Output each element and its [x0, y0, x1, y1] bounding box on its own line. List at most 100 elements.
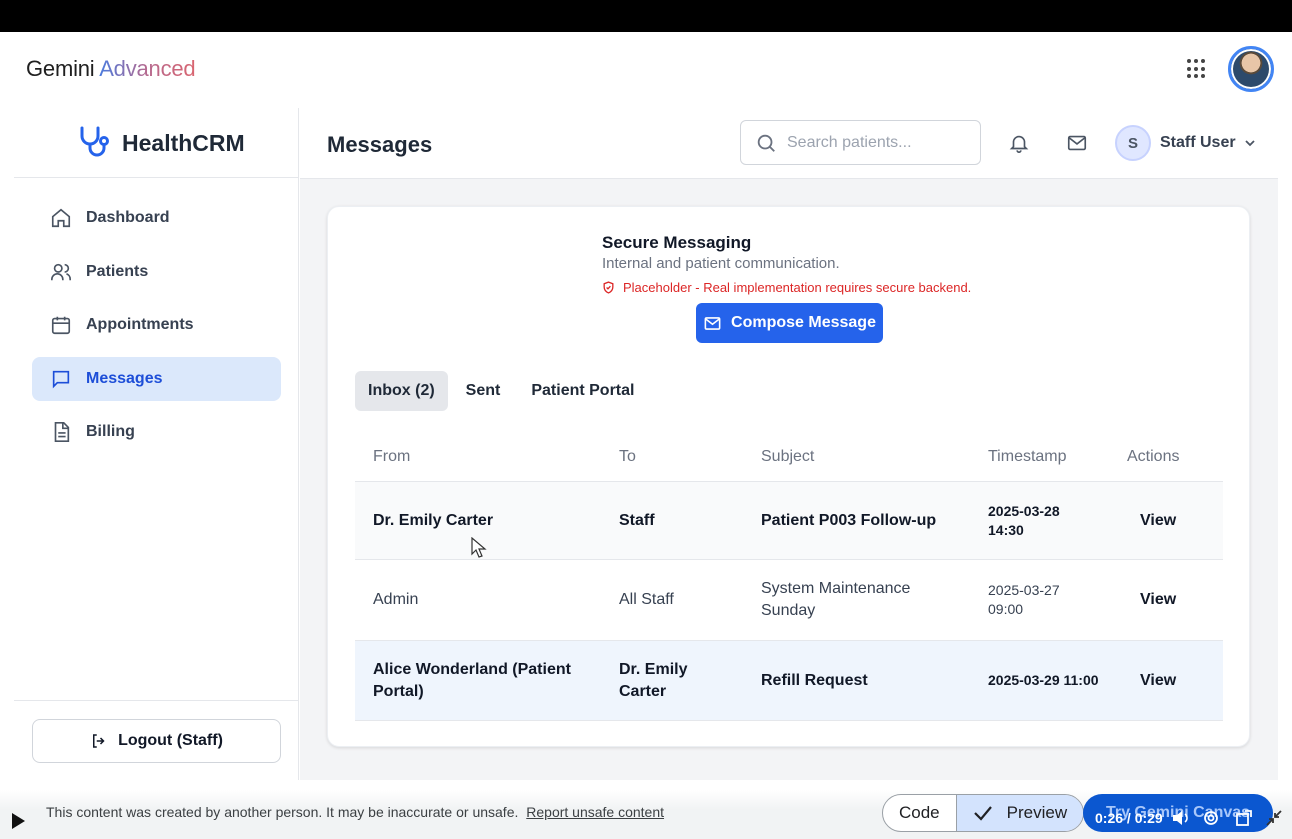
table-row[interactable]: Admin All Staff System Maintenance Sunda…: [355, 560, 1223, 641]
cell-from: Alice Wonderland (Patient Portal): [355, 659, 619, 703]
tab-sent[interactable]: Sent: [453, 371, 514, 411]
home-icon: [51, 208, 71, 228]
code-preview-toggle: Code Preview: [882, 794, 1085, 832]
logout-label: Logout (Staff): [118, 732, 223, 749]
apps-grid-icon[interactable]: [1186, 58, 1208, 80]
sidebar-item-label: Dashboard: [86, 209, 170, 226]
view-button[interactable]: View: [1123, 510, 1223, 532]
cell-subject: System Maintenance Sunday: [761, 578, 988, 622]
shield-check-icon: [603, 281, 614, 294]
table-row[interactable]: Alice Wonderland (Patient Portal) Dr. Em…: [355, 641, 1223, 721]
mail-icon[interactable]: [1066, 132, 1088, 154]
sidebar-footer: Logout (Staff): [14, 700, 299, 780]
compose-label: Compose Message: [731, 314, 876, 331]
cell-timestamp: 2025-03-27 09:00: [988, 581, 1123, 619]
profile-avatar[interactable]: [1228, 46, 1274, 92]
sidebar-item-dashboard[interactable]: Dashboard: [32, 196, 281, 240]
calendar-icon: [51, 316, 71, 335]
sidebar-item-label: Billing: [86, 423, 135, 441]
sidebar-item-label: Messages: [86, 369, 163, 387]
cell-subject: Refill Request: [761, 671, 868, 689]
search-input[interactable]: [787, 133, 967, 152]
subject-text: System Maintenance Sunday: [761, 580, 911, 619]
user-avatar: S: [1115, 125, 1151, 161]
cell-to: Staff: [619, 511, 655, 529]
timestamp-text: 2025-03-27 09:00: [988, 582, 1060, 617]
preview-label: Preview: [1006, 803, 1068, 822]
view-button[interactable]: View: [1123, 589, 1223, 611]
column-header-actions: Actions: [1127, 447, 1180, 465]
sidebar-item-patients[interactable]: Patients: [32, 250, 281, 294]
timestamp-text: 2025-03-28 14:30: [988, 502, 1060, 538]
mouse-cursor-icon: [471, 537, 487, 558]
user-name: Staff User: [1160, 134, 1236, 151]
settings-gear-icon[interactable]: [1203, 810, 1219, 826]
logout-button[interactable]: Logout (Staff): [32, 719, 281, 763]
disclaimer: This content was created by another pers…: [46, 804, 664, 820]
cell-to: All Staff: [619, 591, 674, 608]
check-icon: [973, 806, 992, 821]
cell-from: Admin: [373, 591, 419, 608]
users-icon: [51, 263, 71, 280]
stethoscope-icon: [80, 126, 109, 157]
column-header-to: To: [619, 447, 636, 465]
volume-icon[interactable]: [1172, 810, 1190, 826]
video-control-bar: This content was created by another pers…: [0, 790, 1292, 839]
app-logo: HealthCRM: [14, 108, 299, 178]
column-header-subject: Subject: [761, 447, 815, 465]
from-text: Alice Wonderland (Patient Portal): [373, 660, 571, 700]
cell-timestamp: 2025-03-29 11:00: [988, 672, 1099, 688]
mail-icon: [704, 316, 721, 330]
cell-to: Dr. Emily Carter: [619, 659, 761, 703]
exit-fullscreen-icon[interactable]: [1266, 810, 1282, 826]
messages-card: Secure Messaging Internal and patient co…: [327, 206, 1250, 747]
search-icon: [757, 134, 775, 152]
disclaimer-text: This content was created by another pers…: [46, 804, 519, 820]
document-icon: [54, 422, 70, 443]
gemini-brand-prefix: Gemini: [26, 56, 95, 81]
sidebar: HealthCRM Dashboard Patients Appointment…: [14, 108, 299, 780]
section-subtitle: Internal and patient communication.: [602, 255, 840, 272]
sidebar-nav: Dashboard Patients Appointments Messages…: [32, 196, 281, 464]
code-toggle[interactable]: Code: [883, 795, 956, 831]
main-area: Messages S Staff User Secure Messaging I…: [300, 108, 1278, 780]
to-text: Dr. Emily Carter: [619, 660, 688, 700]
sidebar-item-appointments[interactable]: Appointments: [32, 303, 281, 347]
gemini-brand-suffix: Advanced: [99, 56, 196, 81]
tab-patient-portal[interactable]: Patient Portal: [518, 371, 647, 411]
column-header-from: From: [373, 447, 411, 465]
cell-subject: Patient P003 Follow-up: [761, 511, 937, 529]
play-icon[interactable]: [10, 812, 26, 830]
section-title: Secure Messaging: [602, 233, 752, 252]
table-header: From To Subject Timestamp Actions: [355, 432, 1223, 482]
page-title: Messages: [327, 132, 433, 157]
message-icon: [52, 370, 70, 389]
column-header-timestamp: Timestamp: [988, 448, 1067, 465]
user-menu[interactable]: S Staff User: [1115, 124, 1256, 162]
chevron-down-icon: [1244, 140, 1255, 147]
preview-toggle[interactable]: Preview: [955, 795, 1084, 831]
warning-text: Placeholder - Real implementation requir…: [623, 280, 972, 295]
sidebar-item-messages[interactable]: Messages: [32, 356, 281, 401]
message-tabs: Inbox (2) Sent Patient Portal: [355, 371, 652, 411]
tab-inbox[interactable]: Inbox (2): [355, 371, 448, 411]
popout-icon[interactable]: [1236, 810, 1252, 826]
app-logo-text: HealthCRM: [122, 130, 245, 156]
messages-table: From To Subject Timestamp Actions Dr. Em…: [355, 432, 1223, 721]
cell-timestamp: 2025-03-28 14:30: [988, 502, 1123, 540]
search-box[interactable]: [740, 120, 981, 165]
cell-from: Dr. Emily Carter: [373, 511, 494, 529]
sidebar-item-label: Patients: [86, 262, 149, 280]
logout-icon: [93, 734, 105, 748]
view-button[interactable]: View: [1123, 670, 1223, 692]
report-unsafe-link[interactable]: Report unsafe content: [526, 804, 664, 820]
gemini-brand[interactable]: Gemini Advanced: [26, 56, 196, 82]
compose-message-button[interactable]: Compose Message: [696, 303, 883, 343]
gemini-header: Gemini Advanced: [0, 32, 1292, 108]
sidebar-item-billing[interactable]: Billing: [32, 410, 281, 454]
sidebar-item-label: Appointments: [86, 316, 194, 334]
video-time: 0:26 / 0:29: [1095, 810, 1163, 826]
video-letterbox-top: [0, 0, 1292, 32]
main-header: Messages S Staff User: [300, 108, 1278, 179]
bell-icon[interactable]: [1008, 132, 1030, 154]
